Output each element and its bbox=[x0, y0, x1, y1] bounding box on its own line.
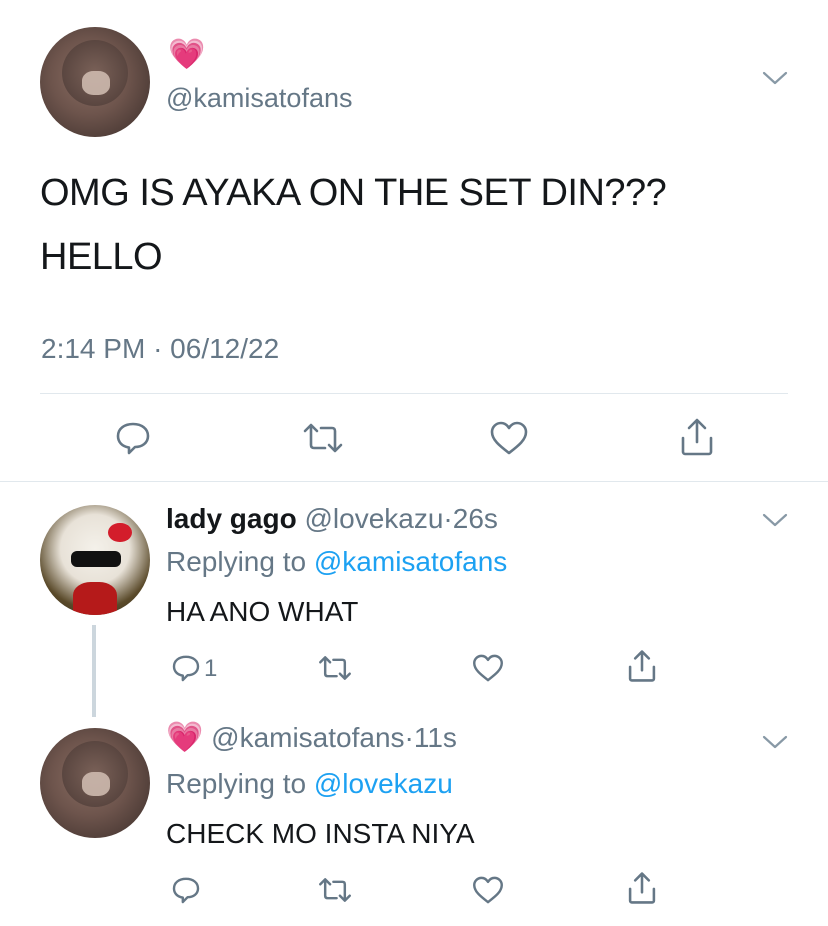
reply-header: lady gago @lovekazu·26s bbox=[166, 503, 498, 535]
thread-line bbox=[92, 625, 96, 717]
separator-dot: · bbox=[153, 333, 163, 364]
chevron-down-icon[interactable] bbox=[762, 512, 788, 528]
replying-to: Replying to @lovekazu bbox=[166, 768, 453, 800]
chevron-down-icon[interactable] bbox=[762, 70, 788, 86]
reply-text: CHECK MO INSTA NIYA bbox=[166, 818, 475, 849]
replying-prefix: Replying to bbox=[166, 768, 307, 799]
divider bbox=[40, 393, 788, 394]
tweet-text-line2: HELLO bbox=[40, 236, 163, 278]
like-heart-icon[interactable] bbox=[471, 652, 505, 684]
retweet-icon[interactable] bbox=[317, 874, 353, 906]
author-handle[interactable]: @kamisatofans bbox=[211, 722, 404, 753]
avatar[interactable] bbox=[40, 728, 150, 838]
heart-emoji: 💗 bbox=[168, 38, 206, 71]
like-heart-icon[interactable] bbox=[488, 419, 530, 457]
divider bbox=[0, 481, 828, 482]
replying-prefix: Replying to bbox=[166, 546, 307, 577]
separator-dot: · bbox=[404, 722, 414, 753]
replying-to: Replying to @kamisatofans bbox=[166, 546, 507, 578]
reply-age[interactable]: 26s bbox=[453, 503, 498, 534]
share-icon[interactable] bbox=[625, 870, 659, 906]
chevron-down-icon[interactable] bbox=[762, 734, 788, 750]
avatar[interactable] bbox=[40, 505, 150, 615]
author-handle[interactable]: @kamisatofans bbox=[166, 83, 352, 114]
reply-icon[interactable] bbox=[170, 874, 202, 906]
author-handle[interactable]: @lovekazu bbox=[304, 503, 443, 534]
tweet-timestamp[interactable]: 2:14 PM · 06/12/22 bbox=[41, 333, 279, 365]
reply-count: 1 bbox=[204, 655, 218, 682]
reply-icon[interactable] bbox=[113, 418, 153, 458]
tweet-date: 06/12/22 bbox=[170, 333, 280, 364]
reply-text: HA ANO WHAT bbox=[166, 596, 359, 627]
tweet-text-line1: OMG IS AYAKA ON THE SET DIN??? bbox=[40, 172, 667, 214]
avatar[interactable] bbox=[40, 27, 150, 137]
tweet-time: 2:14 PM bbox=[41, 333, 146, 364]
display-name[interactable]: lady gago bbox=[166, 503, 297, 534]
replying-to-link[interactable]: @lovekazu bbox=[314, 768, 453, 799]
replying-to-link[interactable]: @kamisatofans bbox=[314, 546, 507, 577]
avatar-body bbox=[73, 582, 117, 615]
like-heart-icon[interactable] bbox=[471, 874, 505, 906]
retweet-icon[interactable] bbox=[301, 419, 345, 457]
avatar-glasses bbox=[70, 551, 122, 567]
reply-header: 💗 @kamisatofans·11s bbox=[166, 722, 457, 754]
share-icon[interactable] bbox=[625, 648, 659, 684]
reply-age[interactable]: 11s bbox=[414, 722, 457, 753]
reply-icon[interactable] bbox=[170, 652, 202, 684]
retweet-icon[interactable] bbox=[317, 652, 353, 684]
avatar-bow bbox=[108, 522, 133, 543]
separator-dot: · bbox=[443, 503, 453, 534]
heart-emoji: 💗 bbox=[166, 721, 204, 754]
share-icon[interactable] bbox=[677, 416, 717, 458]
